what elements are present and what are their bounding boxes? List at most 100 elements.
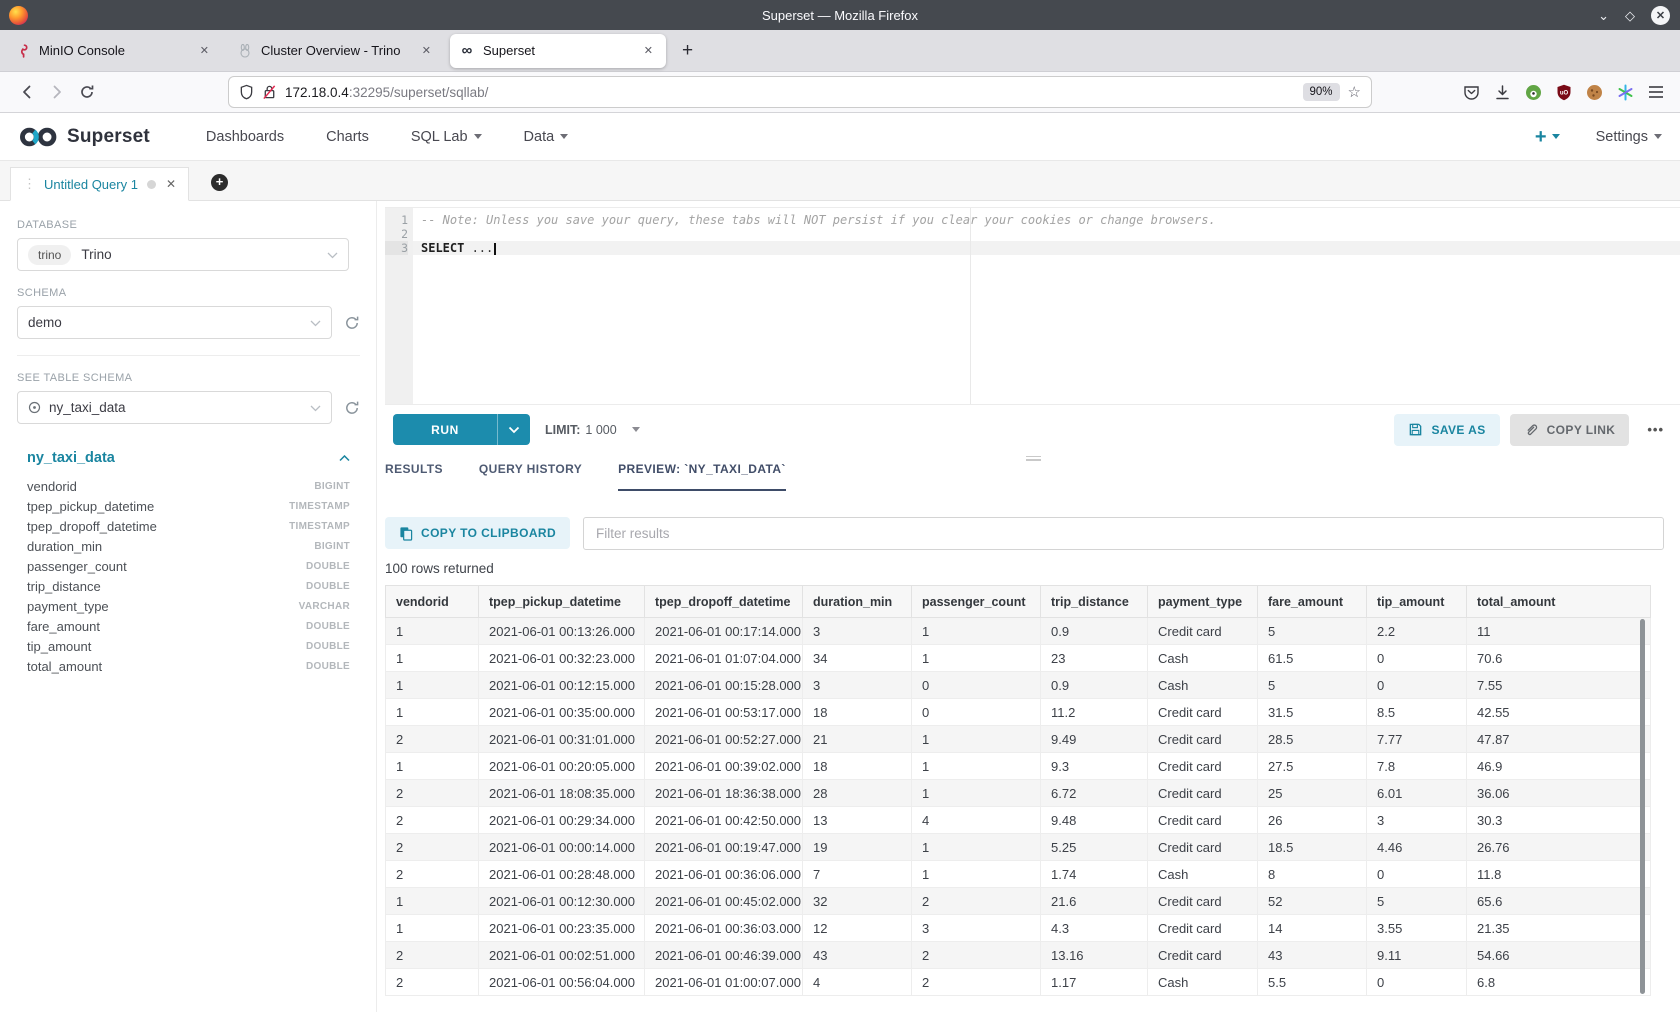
zoom-level-badge[interactable]: 90% xyxy=(1303,83,1340,101)
column-header[interactable]: tpep_dropoff_datetime xyxy=(645,586,803,618)
table-cell: 2021-06-01 00:17:14.000 xyxy=(645,618,803,645)
ublock-origin-icon[interactable]: uO xyxy=(1556,84,1572,101)
forward-button[interactable] xyxy=(42,77,72,107)
table-cell: Credit card xyxy=(1148,618,1258,645)
column-header[interactable]: total_amount xyxy=(1467,586,1651,618)
containers-icon[interactable] xyxy=(1617,84,1634,101)
copy-to-clipboard-button[interactable]: COPY TO CLIPBOARD xyxy=(385,517,570,549)
run-options-caret[interactable] xyxy=(497,414,530,445)
tab-preview-ny-taxi-data[interactable]: PREVIEW: `NY_TAXI_DATA` xyxy=(618,462,786,491)
cookie-icon[interactable] xyxy=(1586,84,1603,101)
table-select[interactable]: ny_taxi_data xyxy=(17,391,332,424)
browser-tab-minio[interactable]: MinIO Console ✕ xyxy=(6,34,222,68)
editor-code-area[interactable]: -- Note: Unless you save your query, the… xyxy=(413,208,1680,404)
table-cell: Cash xyxy=(1148,645,1258,672)
shield-icon[interactable] xyxy=(239,84,254,100)
tab-results[interactable]: RESULTS xyxy=(385,462,443,491)
query-tab-active[interactable]: ⋮ Untitled Query 1 ✕ xyxy=(10,167,189,201)
refresh-schema-icon[interactable] xyxy=(344,315,360,331)
copy-link-button[interactable]: COPY LINK xyxy=(1510,414,1630,446)
nav-item-sql-lab[interactable]: SQL Lab xyxy=(411,129,482,145)
column-header[interactable]: tip_amount xyxy=(1367,586,1467,618)
browser-tab-label: MinIO Console xyxy=(39,43,125,58)
settings-menu[interactable]: Settings xyxy=(1596,129,1662,145)
column-header[interactable]: duration_min xyxy=(803,586,912,618)
bookmark-star-icon[interactable]: ☆ xyxy=(1348,83,1361,101)
nav-item-data[interactable]: Data xyxy=(524,129,569,145)
browser-tab-trino[interactable]: Cluster Overview - Trino ✕ xyxy=(228,34,444,68)
column-name: tip_amount xyxy=(27,639,91,654)
menu-icon[interactable] xyxy=(1648,85,1664,99)
close-icon[interactable]: ✕ xyxy=(166,177,176,191)
schema-select[interactable]: demo xyxy=(17,306,332,339)
refresh-tables-icon[interactable] xyxy=(344,400,360,416)
firefox-titlebar: Superset — Mozilla Firefox ⌄ ◇ ✕ xyxy=(0,0,1680,30)
table-cell: 0 xyxy=(1367,672,1467,699)
collapse-chevron-up-icon[interactable] xyxy=(339,455,350,462)
window-minimize-button[interactable]: ⌄ xyxy=(1598,9,1609,22)
schema-label: SCHEMA xyxy=(17,287,360,299)
run-button[interactable]: RUN xyxy=(393,414,497,445)
database-select[interactable]: trino Trino xyxy=(17,238,349,271)
save-as-button[interactable]: SAVE AS xyxy=(1394,414,1499,446)
tab-close-icon[interactable]: ✕ xyxy=(418,42,435,59)
limit-dropdown[interactable]: LIMIT: 1 000 xyxy=(545,423,640,437)
column-header[interactable]: payment_type xyxy=(1148,586,1258,618)
new-query-tab-button[interactable]: + xyxy=(211,174,228,191)
column-header[interactable]: fare_amount xyxy=(1258,586,1367,618)
vertical-scrollbar-thumb[interactable] xyxy=(1640,619,1645,994)
privacy-badger-icon[interactable] xyxy=(1525,84,1542,101)
new-browser-tab-button[interactable]: + xyxy=(672,40,703,62)
table-cell: 2021-06-01 00:13:26.000 xyxy=(479,618,645,645)
table-cell: 7.77 xyxy=(1367,726,1467,753)
tab-query-history[interactable]: QUERY HISTORY xyxy=(479,462,582,491)
tab-close-icon[interactable]: ✕ xyxy=(640,42,657,59)
table-cell: 2 xyxy=(386,942,479,969)
table-cell: 2 xyxy=(386,969,479,996)
column-header[interactable]: vendorid xyxy=(386,586,479,618)
drag-handle-icon[interactable]: ⋮ xyxy=(23,176,36,192)
table-cell: 7 xyxy=(803,861,912,888)
table-cell: 4.3 xyxy=(1041,915,1148,942)
brand-wordmark[interactable]: Superset xyxy=(67,126,150,148)
tab-close-icon[interactable]: ✕ xyxy=(196,42,213,59)
superset-logo-icon xyxy=(18,125,60,149)
table-cell: 5 xyxy=(1258,672,1367,699)
column-header[interactable]: tpep_pickup_datetime xyxy=(479,586,645,618)
lock-disabled-icon[interactable] xyxy=(262,84,277,100)
column-header[interactable]: trip_distance xyxy=(1041,586,1148,618)
editor-gutter: 1 2 3 xyxy=(385,208,413,404)
back-button[interactable] xyxy=(12,77,42,107)
table-cell: 18 xyxy=(803,753,912,780)
table-cell: 0 xyxy=(912,672,1041,699)
table-cell: 2021-06-01 00:52:27.000 xyxy=(645,726,803,753)
new-item-button[interactable]: + xyxy=(1535,127,1560,147)
download-icon[interactable] xyxy=(1494,84,1511,101)
nav-item-dashboards[interactable]: Dashboards xyxy=(206,129,284,145)
table-row: 12021-06-01 00:12:15.0002021-06-01 00:15… xyxy=(386,672,1651,699)
svg-text:uO: uO xyxy=(1560,90,1569,96)
column-header[interactable]: passenger_count xyxy=(912,586,1041,618)
table-cell: 5 xyxy=(1258,618,1367,645)
pane-resize-handle[interactable] xyxy=(385,454,1680,462)
table-row: 12021-06-01 00:13:26.0002021-06-01 00:17… xyxy=(386,618,1651,645)
nav-item-charts[interactable]: Charts xyxy=(326,129,369,145)
column-name: trip_distance xyxy=(27,579,101,594)
window-close-button[interactable]: ✕ xyxy=(1651,6,1670,25)
sql-editor[interactable]: 1 2 3 -- Note: Unless you save your quer… xyxy=(385,207,1680,405)
filter-results-input[interactable] xyxy=(583,517,1664,550)
table-icon xyxy=(28,401,41,414)
browser-tab-superset-active[interactable]: ∞ Superset ✕ xyxy=(450,34,666,68)
table-row: 22021-06-01 00:29:34.0002021-06-01 00:42… xyxy=(386,807,1651,834)
window-maximize-button[interactable]: ◇ xyxy=(1625,9,1635,22)
table-cell: Credit card xyxy=(1148,834,1258,861)
table-cell: Cash xyxy=(1148,672,1258,699)
url-bar[interactable]: 172.18.0.4:32295/superset/sqllab/ 90% ☆ xyxy=(228,76,1372,108)
table-cell: 1 xyxy=(386,672,479,699)
reload-button[interactable] xyxy=(72,77,102,107)
pocket-icon[interactable] xyxy=(1463,84,1480,101)
schema-table-name[interactable]: ny_taxi_data xyxy=(27,450,115,466)
browser-tab-label: Cluster Overview - Trino xyxy=(261,43,400,58)
table-cell: 2021-06-01 00:46:39.000 xyxy=(645,942,803,969)
more-options-button[interactable]: ••• xyxy=(1647,422,1664,437)
